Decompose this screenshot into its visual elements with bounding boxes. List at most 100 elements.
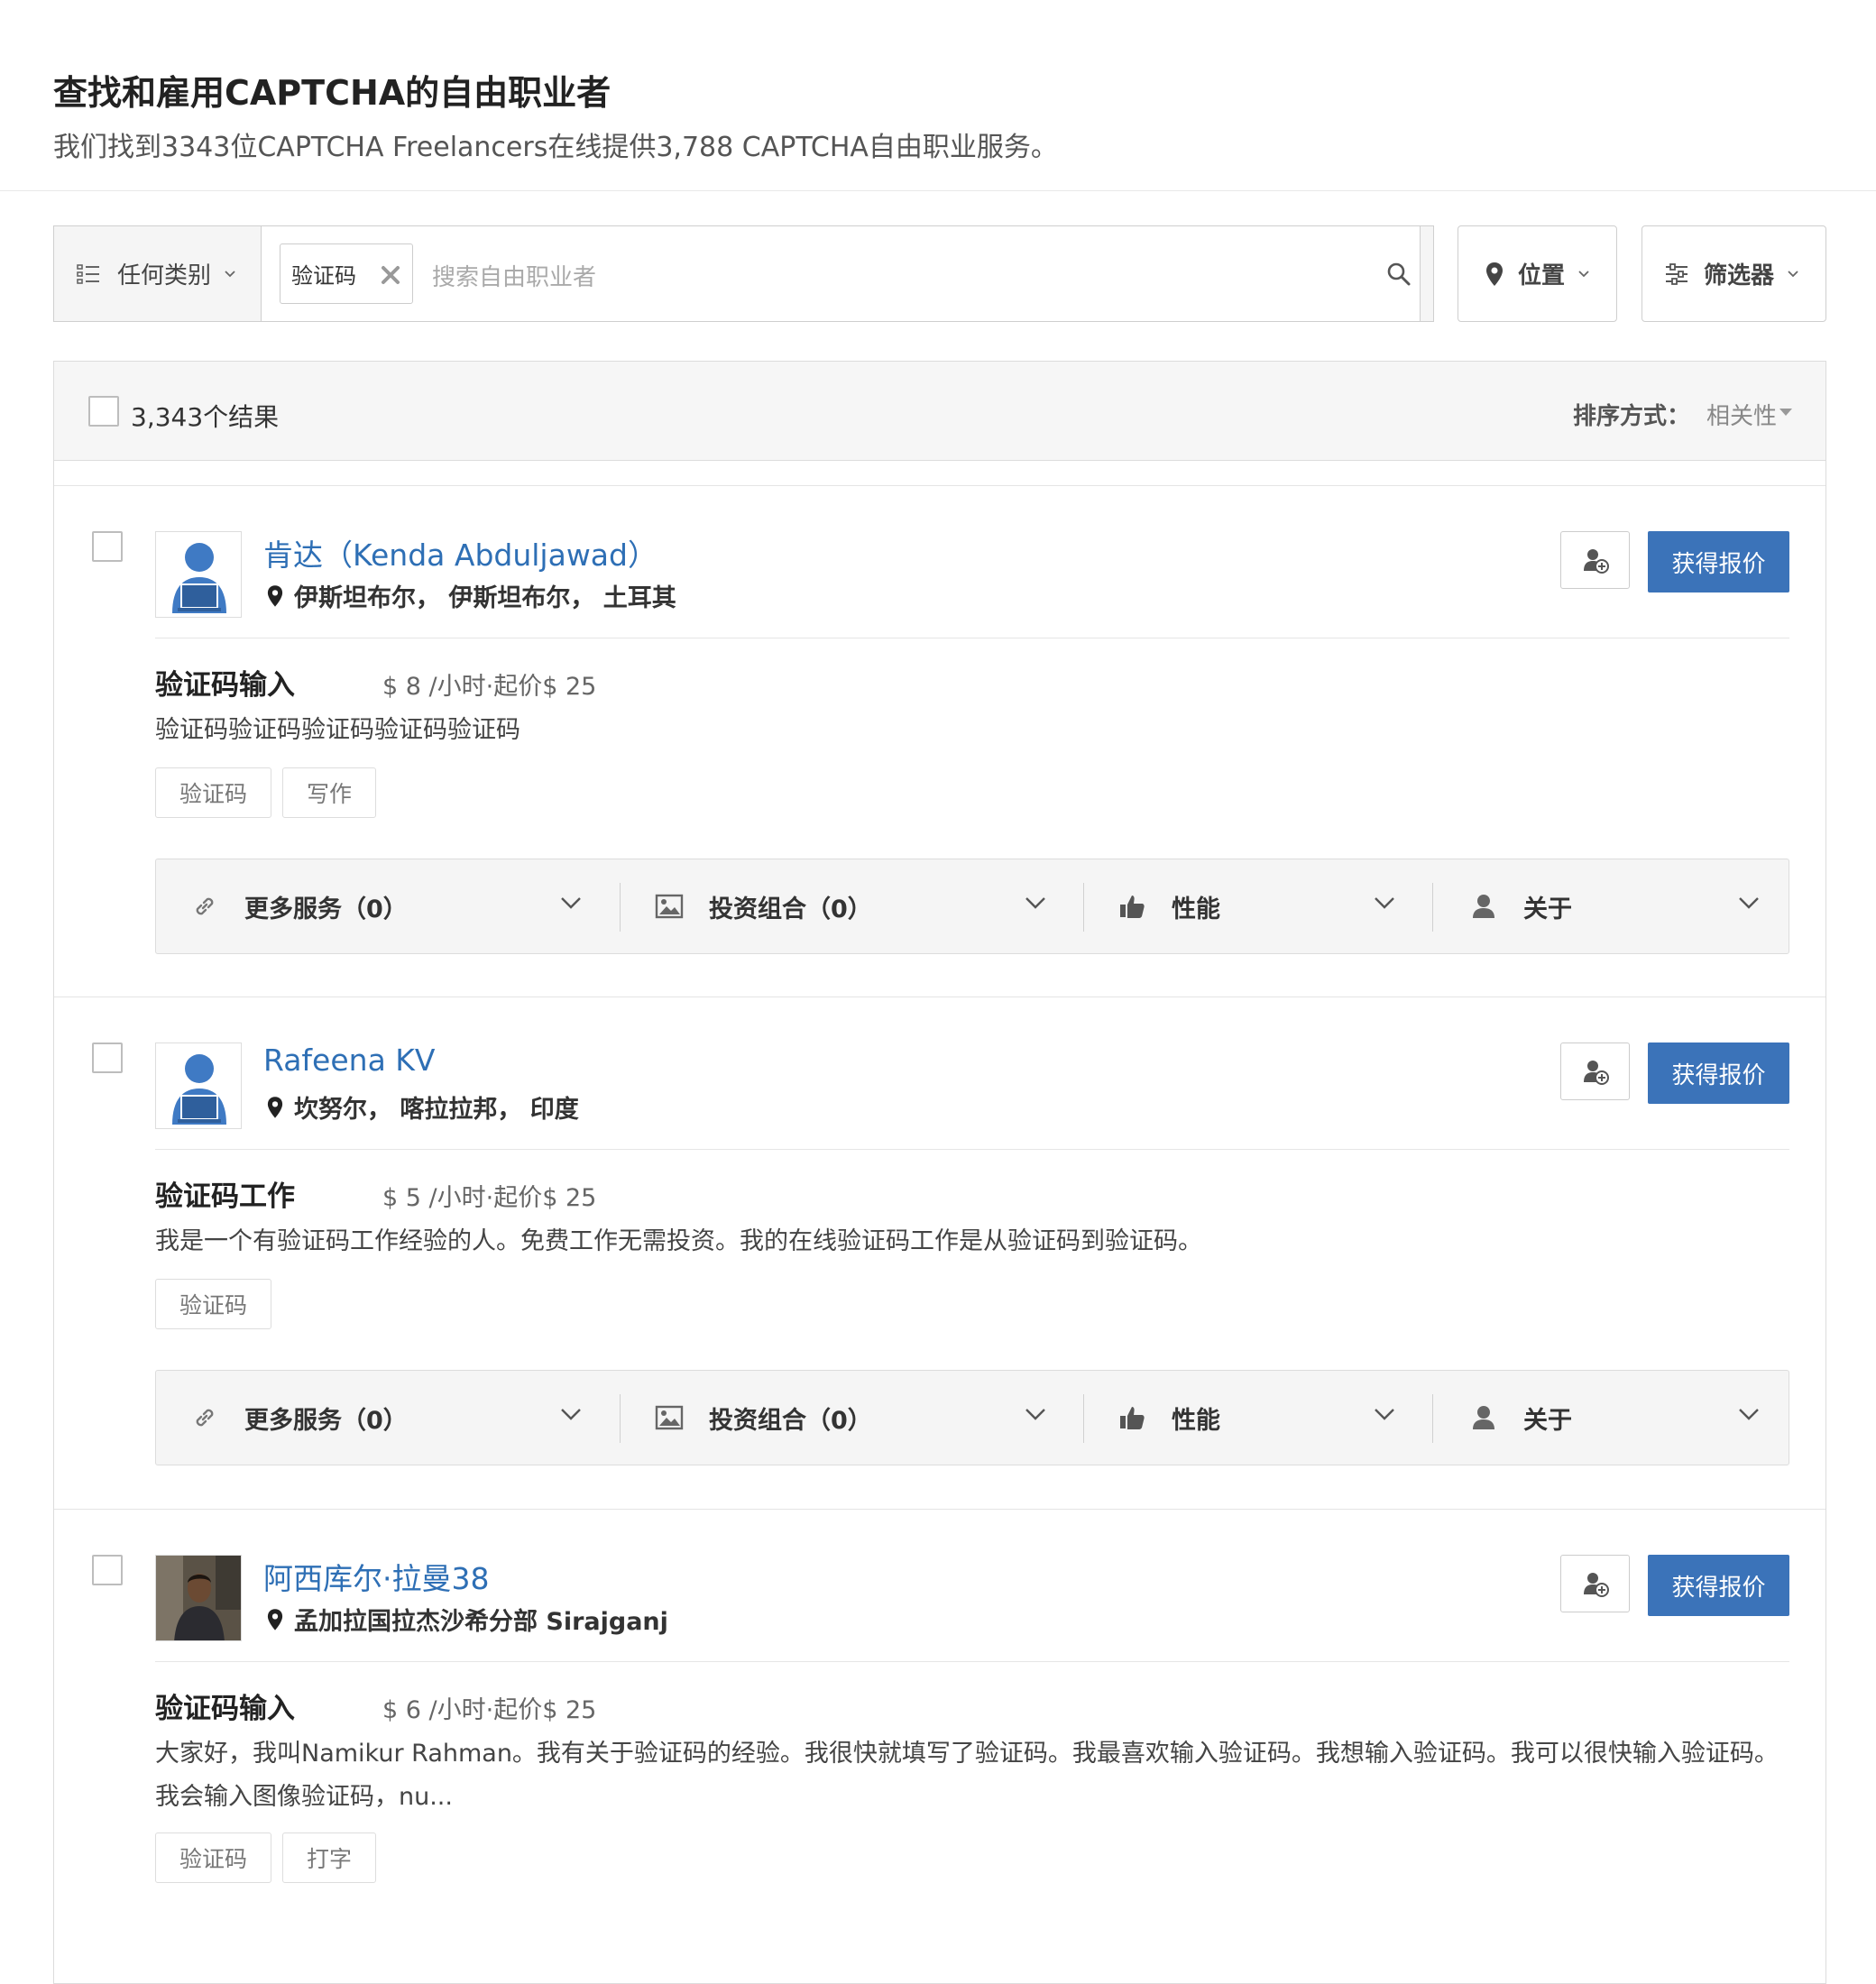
freelancer-card: Rafeena KV 坎努尔， 喀拉拉邦， 印度 获得报价 验证码工作 $ 5 … xyxy=(54,997,1825,1509)
service-title[interactable]: 验证码输入 xyxy=(155,662,295,703)
add-user-icon xyxy=(1583,1061,1609,1085)
link-icon xyxy=(196,1409,214,1427)
skill-tags: 验证码 xyxy=(155,1279,282,1329)
skill-tag[interactable]: 验证码 xyxy=(155,767,272,818)
photo-avatar-icon xyxy=(156,1556,241,1640)
select-all-checkbox[interactable] xyxy=(88,396,119,427)
portfolio-label: 投资组合（0） xyxy=(709,895,872,923)
get-quote-button[interactable]: 获得报价 xyxy=(1648,1043,1789,1104)
search-button[interactable] xyxy=(1365,226,1433,321)
add-user-icon xyxy=(1583,1573,1609,1597)
chevron-down-icon xyxy=(1788,270,1798,277)
service-description: 验证码验证码验证码验证码验证码 xyxy=(155,716,520,744)
thumbs-up-icon xyxy=(1120,1407,1145,1429)
more-services-label: 更多服务（0） xyxy=(244,895,408,923)
map-pin-icon xyxy=(267,584,283,607)
skill-tag[interactable]: 写作 xyxy=(282,767,377,818)
service-price: $ 6 /小时·起价$ 25 xyxy=(382,1696,597,1724)
freelancer-card: 肯达（Kenda Abduljawad） 伊斯坦布尔， 伊斯坦布尔， 土耳其 获… xyxy=(54,485,1825,997)
about-toggle[interactable]: 关于 xyxy=(1469,859,1759,953)
location-dropdown[interactable]: 位置 xyxy=(1458,225,1617,322)
freelancer-card: 阿西库尔·拉曼38 孟加拉国拉杰沙希分部 Sirajganj 获得报价 验证码输… xyxy=(54,1509,1825,1906)
about-label: 关于 xyxy=(1523,895,1572,923)
skill-tag[interactable]: 验证码 xyxy=(155,1279,272,1329)
performance-label: 性能 xyxy=(1172,895,1220,923)
chevron-down-icon xyxy=(1578,270,1589,277)
select-checkbox[interactable] xyxy=(92,1043,123,1073)
search-icon xyxy=(1387,262,1411,285)
more-services-toggle[interactable]: 更多服务（0） xyxy=(190,859,581,953)
category-label: 任何类别 xyxy=(117,262,212,289)
portfolio-label: 投资组合（0） xyxy=(709,1406,872,1435)
page-subtitle: 我们找到3343位CAPTCHA Freelancers在线提供3,788 CA… xyxy=(53,132,1058,163)
avatar[interactable] xyxy=(155,1043,242,1129)
service-title[interactable]: 验证码输入 xyxy=(155,1685,295,1726)
filter-dropdown[interactable]: 筛选器 xyxy=(1642,225,1826,322)
results-header: 3,343个结果 排序方式： 相关性 xyxy=(54,362,1825,461)
freelancer-location: 孟加拉国拉杰沙希分部 Sirajganj xyxy=(267,1602,668,1637)
location-text: 坎努尔， 喀拉拉邦， 印度 xyxy=(294,1096,579,1124)
close-icon[interactable] xyxy=(380,264,401,286)
freelancer-name-link[interactable]: 阿西库尔·拉曼38 xyxy=(263,1555,489,1598)
sort-label: 排序方式： xyxy=(1572,403,1690,430)
avatar[interactable] xyxy=(155,1555,242,1641)
get-quote-button[interactable]: 获得报价 xyxy=(1648,531,1789,592)
about-toggle[interactable]: 关于 xyxy=(1469,1371,1759,1465)
chevron-down-icon xyxy=(561,1409,581,1420)
divider xyxy=(155,1149,1789,1150)
thumbs-up-icon xyxy=(1120,896,1145,918)
skill-tag[interactable]: 验证码 xyxy=(155,1832,272,1883)
map-pin-icon xyxy=(267,1096,283,1118)
chevron-down-icon xyxy=(561,897,581,909)
portfolio-toggle[interactable]: 投资组合（0） xyxy=(655,1371,1045,1465)
card-action-bar: 更多服务（0） 投资组合（0） 性能 关于 xyxy=(155,859,1789,954)
search-bar: 任何类别 验证码 搜索自由职业者 xyxy=(53,225,1434,322)
skill-tag[interactable]: 打字 xyxy=(282,1832,377,1883)
freelancer-name-link[interactable]: Rafeena KV xyxy=(263,1043,436,1078)
add-contact-button[interactable] xyxy=(1560,1043,1630,1100)
list-icon xyxy=(77,263,99,284)
chevron-down-icon xyxy=(1739,1409,1759,1420)
chevron-down-icon xyxy=(1375,897,1394,909)
freelancer-location: 坎努尔， 喀拉拉邦， 印度 xyxy=(267,1089,579,1125)
add-user-icon xyxy=(1583,549,1609,574)
search-field[interactable]: 验证码 搜索自由职业者 xyxy=(261,225,1421,322)
image-icon xyxy=(655,1405,684,1430)
service-price: $ 5 /小时·起价$ 25 xyxy=(382,1184,597,1212)
separator xyxy=(1432,1394,1433,1443)
add-contact-button[interactable] xyxy=(1560,1555,1630,1612)
map-pin-icon xyxy=(1486,262,1503,286)
chevron-down-icon xyxy=(1375,1409,1394,1420)
freelancer-name-link[interactable]: 肯达（Kenda Abduljawad） xyxy=(263,531,658,574)
page-header: 查找和雇用CAPTCHA的自由职业者 我们找到3343位CAPTCHA Free… xyxy=(0,0,1876,191)
caret-down-icon[interactable] xyxy=(1779,409,1792,416)
about-label: 关于 xyxy=(1523,1406,1572,1435)
active-search-tag[interactable]: 验证码 xyxy=(280,243,413,304)
service-description: 大家好，我叫Namikur Rahman。我有关于验证码的经验。我很快就填写了验… xyxy=(155,1740,1779,1811)
performance-toggle[interactable]: 性能 xyxy=(1117,859,1394,953)
chevron-down-icon xyxy=(225,270,235,277)
skill-tags: 验证码 写作 xyxy=(155,767,387,818)
search-input[interactable]: 搜索自由职业者 xyxy=(432,259,596,292)
get-quote-button[interactable]: 获得报价 xyxy=(1648,1555,1789,1616)
separator xyxy=(620,1394,621,1443)
avatar[interactable] xyxy=(155,531,242,618)
more-services-toggle[interactable]: 更多服务（0） xyxy=(190,1371,581,1465)
link-icon xyxy=(196,897,214,915)
map-pin-icon xyxy=(267,1608,283,1630)
performance-label: 性能 xyxy=(1172,1406,1220,1435)
service-price: $ 8 /小时·起价$ 25 xyxy=(382,673,597,701)
select-checkbox[interactable] xyxy=(92,531,123,562)
separator xyxy=(1083,1394,1084,1443)
category-dropdown[interactable]: 任何类别 xyxy=(54,226,261,321)
performance-toggle[interactable]: 性能 xyxy=(1117,1371,1394,1465)
separator xyxy=(1083,883,1084,932)
add-contact-button[interactable] xyxy=(1560,531,1630,589)
portfolio-toggle[interactable]: 投资组合（0） xyxy=(655,859,1045,953)
select-checkbox[interactable] xyxy=(92,1555,123,1585)
results-count: 3,343个结果 xyxy=(131,402,280,432)
sort-dropdown[interactable]: 相关性 xyxy=(1706,398,1777,431)
image-icon xyxy=(655,894,684,919)
divider xyxy=(155,1661,1789,1662)
service-title[interactable]: 验证码工作 xyxy=(155,1173,295,1214)
